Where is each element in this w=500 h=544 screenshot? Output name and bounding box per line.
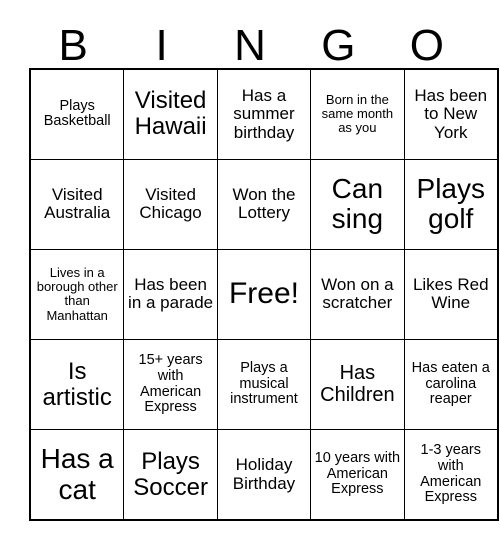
bingo-square-text: Has been in a parade [128,275,214,313]
bingo-free-space-text: Free! [228,277,299,311]
bingo-header-letter-i: I [117,14,205,68]
header-letter: B [58,21,88,70]
bingo-square[interactable]: Born in the same month as you [310,68,405,160]
bingo-square[interactable]: Visited Chicago [123,158,218,250]
bingo-square-text: Visited Chicago [139,184,202,223]
bingo-header-letter-g: G [294,14,382,68]
bingo-square-text: Lives in a borough other than Manhattan [36,265,118,323]
bingo-square[interactable]: Can sing [310,158,405,250]
bingo-square[interactable]: Visited Australia [29,158,125,250]
bingo-header-letter-b: B [29,14,117,68]
bingo-square[interactable]: Has Children [310,339,405,431]
bingo-square[interactable]: Has been to New York [403,68,499,160]
bingo-square-text: Plays golf [416,173,485,235]
bingo-grid: Plays Basketball Visited Hawaii Has a su… [29,68,499,521]
bingo-square[interactable]: Holiday Birthday [216,429,312,521]
bingo-square[interactable]: Lives in a borough other than Manhattan [29,248,125,341]
bingo-square[interactable]: Likes Red Wine [403,248,499,341]
bingo-square[interactable]: Plays Basketball [29,68,125,160]
bingo-square-text: Holiday Birthday [232,455,296,493]
bingo-row: Lives in a borough other than Manhattan … [29,248,499,341]
bingo-square-text: Likes Red Wine [412,275,489,313]
bingo-square-text: Born in the same month as you [321,92,394,136]
bingo-square-text: Can sing [331,173,384,235]
bingo-square[interactable]: Plays Soccer [123,429,218,521]
bingo-square-text: Won on a scratcher [321,275,394,313]
bingo-square-text: Has been to New York [414,85,488,142]
header-letter: I [155,21,168,70]
bingo-square[interactable]: Visited Hawaii [123,68,218,160]
header-letter: G [321,21,356,70]
bingo-square[interactable]: Has eaten a carolina reaper [403,339,499,431]
bingo-square[interactable]: Plays a musical instrument [216,339,312,431]
bingo-square-text: Won the Lottery [232,184,296,223]
bingo-square-text: Is artistic [42,357,112,411]
bingo-square[interactable]: 1-3 years with American Express [403,429,499,521]
bingo-square-text: Plays Basketball [43,97,111,130]
bingo-square-text: Plays Soccer [133,447,208,501]
bingo-square-text: 1-3 years with American Express [420,442,482,506]
bingo-square-text: Plays a musical instrument [230,360,298,408]
bingo-square-text: 15+ years with American Express [138,352,203,416]
bingo-square[interactable]: Has been in a parade [123,248,218,341]
bingo-row: Is artistic 15+ years with American Expr… [29,339,499,431]
bingo-square-text: Has eaten a carolina reaper [411,360,490,408]
bingo-square[interactable]: Has a summer birthday [216,68,312,160]
bingo-square[interactable]: 10 years with American Express [310,429,405,521]
bingo-square-text: Visited Australia [44,184,111,223]
bingo-square[interactable]: 15+ years with American Express [123,339,218,431]
header-letter: O [409,21,444,70]
bingo-square[interactable]: Won the Lottery [216,158,312,250]
bingo-row: Plays Basketball Visited Hawaii Has a su… [29,68,499,160]
bingo-header: B I N G O [29,14,471,68]
bingo-square-text: Has Children [320,362,395,406]
bingo-header-letter-o: O [383,14,471,68]
bingo-square-text: Has a summer birthday [233,85,295,142]
bingo-square[interactable]: Plays golf [403,158,499,250]
bingo-row: Has a cat Plays Soccer Holiday Birthday … [29,429,499,521]
bingo-square-text: 10 years with American Express [314,450,401,498]
header-letter: N [234,21,266,70]
bingo-row: Visited Australia Visited Chicago Won th… [29,158,499,250]
bingo-square-text: Visited Hawaii [134,87,207,141]
bingo-square-text: Has a cat [40,443,114,505]
bingo-square[interactable]: Won on a scratcher [310,248,405,341]
bingo-square[interactable]: Is artistic [29,339,125,431]
bingo-square-free[interactable]: Free! [216,248,312,341]
bingo-card: B I N G O Plays Basketball Visited Hawai… [0,0,500,544]
bingo-header-letter-n: N [206,14,294,68]
bingo-square[interactable]: Has a cat [29,429,125,521]
